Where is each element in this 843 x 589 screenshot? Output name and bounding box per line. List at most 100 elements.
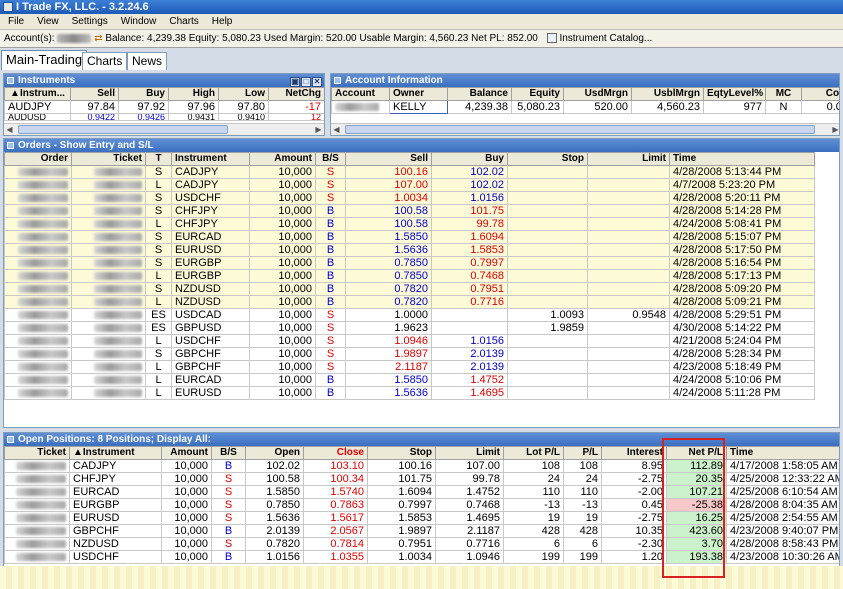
col-bs[interactable]: B/S bbox=[315, 152, 346, 166]
col-amount[interactable]: Amount bbox=[161, 446, 212, 460]
account-row[interactable]: KELLY 4,239.38 5,080.23 520.00 4,560.23 … bbox=[331, 100, 839, 114]
cell-close: 1.0355 bbox=[303, 550, 368, 564]
col-instrument[interactable]: ▲Instrum... bbox=[4, 87, 71, 101]
pin-icon[interactable] bbox=[334, 77, 341, 84]
float-icon[interactable]: ▣ bbox=[290, 77, 300, 87]
order-row[interactable]: L CHFJPY 10,000 B 100.58 99.78 4/24/2008 5:08:… bbox=[4, 217, 815, 231]
tab-news[interactable]: News bbox=[127, 52, 168, 70]
restore-icon[interactable]: □ bbox=[301, 77, 311, 87]
cell-open: 0.7850 bbox=[245, 498, 304, 512]
account-hscroll[interactable]: ◀ ▶ bbox=[331, 123, 839, 135]
col-time[interactable]: Time bbox=[669, 152, 815, 166]
col-order[interactable]: Order bbox=[4, 152, 72, 166]
cell-open: 2.0139 bbox=[245, 524, 304, 538]
cell-lot-pl: 19 bbox=[503, 511, 564, 525]
order-row[interactable]: L USDCHF 10,000 S 1.0946 1.0156 4/21/2008 5:24… bbox=[4, 334, 815, 348]
col-usblmrgn[interactable]: UsblMrgn bbox=[631, 87, 704, 101]
col-bs[interactable]: B/S bbox=[211, 446, 246, 460]
cell-sell: 107.00 bbox=[345, 178, 432, 192]
col-type[interactable]: T bbox=[145, 152, 172, 166]
order-row[interactable]: ES GBPUSD 10,000 S 1.9623 1.9859 4/30/2008 5:1… bbox=[4, 321, 815, 335]
table-row[interactable]: AUDUSD 0.9422 0.9426 0.9431 0.9410 12 bbox=[4, 113, 324, 121]
col-limit[interactable]: Limit bbox=[435, 446, 504, 460]
order-row[interactable]: S EURGBP 10,000 B 0.7850 0.7997 4/28/2008 5:16… bbox=[4, 256, 815, 270]
menu-view[interactable]: View bbox=[29, 14, 64, 29]
menu-settings[interactable]: Settings bbox=[64, 14, 113, 29]
pin-icon[interactable] bbox=[7, 436, 14, 443]
cell-amount: 10,000 bbox=[249, 282, 316, 296]
order-row[interactable]: L EURCAD 10,000 B 1.5850 1.4752 4/24/2008 5:10… bbox=[4, 373, 815, 387]
menu-file[interactable]: File bbox=[0, 14, 29, 29]
order-row[interactable]: L NZDUSD 10,000 B 0.7820 0.7716 4/28/2008 5:09… bbox=[4, 295, 815, 309]
account-switch-icon[interactable]: ⇄ bbox=[94, 33, 102, 44]
col-lot-pl[interactable]: Lot P/L bbox=[503, 446, 564, 460]
order-row[interactable]: L EURGBP 10,000 B 0.7850 0.7468 4/28/2008 5:17… bbox=[4, 269, 815, 283]
col-stop[interactable]: Stop bbox=[367, 446, 436, 460]
col-open[interactable]: Open bbox=[245, 446, 304, 460]
instruments-hscroll[interactable]: ◀ ▶ bbox=[4, 123, 324, 135]
order-row[interactable]: L EURUSD 10,000 B 1.5636 1.4695 4/24/2008 5:11… bbox=[4, 386, 815, 400]
col-owner[interactable]: Owner bbox=[389, 87, 448, 101]
cell-limit bbox=[587, 178, 670, 192]
close-icon[interactable]: ✕ bbox=[312, 77, 322, 87]
order-row[interactable]: S CADJPY 10,000 S 100.16 102.02 4/28/2008 5:13… bbox=[4, 165, 815, 179]
order-row[interactable]: L GBPCHF 10,000 S 2.1187 2.0139 4/23/2008 5:18… bbox=[4, 360, 815, 374]
menu-window[interactable]: Window bbox=[113, 14, 162, 29]
table-row[interactable]: AUDJPY 97.84 97.92 97.96 97.80 -17 bbox=[4, 100, 324, 114]
col-sell[interactable]: Sell bbox=[345, 152, 432, 166]
cell-bs: B bbox=[315, 386, 346, 400]
cell-stop bbox=[507, 204, 588, 218]
order-row[interactable]: S EURUSD 10,000 B 1.5636 1.5853 4/28/2008 5:17… bbox=[4, 243, 815, 257]
col-usdmrgn[interactable]: UsdMrgn bbox=[563, 87, 632, 101]
col-instrument[interactable]: ▲Instrument bbox=[69, 446, 162, 460]
col-time[interactable]: Time bbox=[726, 446, 839, 460]
scroll-thumb[interactable] bbox=[18, 125, 228, 134]
col-pl[interactable]: P/L bbox=[563, 446, 602, 460]
col-high[interactable]: High bbox=[168, 87, 219, 101]
tab-charts[interactable]: Charts bbox=[82, 52, 128, 70]
col-sell[interactable]: Sell bbox=[70, 87, 119, 101]
instrument-catalog-button[interactable]: Instrument Catalog... bbox=[559, 33, 652, 44]
col-mc[interactable]: MC bbox=[765, 87, 802, 101]
pin-icon[interactable] bbox=[7, 142, 14, 149]
instruments-panel: Instruments ▣ □ ✕ ▲Instrum... Sell Buy Hig… bbox=[3, 73, 325, 136]
tab-main-trading[interactable]: Main-Trading bbox=[1, 50, 88, 70]
col-limit[interactable]: Limit bbox=[587, 152, 670, 166]
menu-charts[interactable]: Charts bbox=[161, 14, 203, 29]
order-row[interactable]: S EURCAD 10,000 B 1.5850 1.6094 4/28/2008 5:15… bbox=[4, 230, 815, 244]
col-interest[interactable]: Interest bbox=[601, 446, 667, 460]
order-row[interactable]: ES USDCAD 10,000 S 1.0000 1.0093 0.9548 4/28/20… bbox=[4, 308, 815, 322]
order-row[interactable]: S NZDUSD 10,000 B 0.7820 0.7951 4/28/2008 5:09… bbox=[4, 282, 815, 296]
cell-instrument: GBPCHF bbox=[69, 524, 162, 538]
col-buy[interactable]: Buy bbox=[118, 87, 169, 101]
col-ticket[interactable]: Ticket bbox=[4, 446, 70, 460]
col-buy[interactable]: Buy bbox=[431, 152, 508, 166]
col-netchg[interactable]: NetChg bbox=[268, 87, 324, 101]
account-id-redacted[interactable] bbox=[57, 33, 92, 43]
col-ticket[interactable]: Ticket bbox=[71, 152, 146, 166]
cell-limit bbox=[587, 230, 670, 244]
catalog-icon[interactable] bbox=[546, 33, 557, 44]
cell-bs: S bbox=[315, 321, 346, 335]
cell-type: L bbox=[145, 386, 172, 400]
cell-bs: B bbox=[315, 243, 346, 257]
col-stop[interactable]: Stop bbox=[507, 152, 588, 166]
menu-help[interactable]: Help bbox=[204, 14, 238, 29]
scroll-thumb[interactable] bbox=[345, 125, 815, 134]
cell-stop: 1.5853 bbox=[367, 511, 436, 525]
order-row[interactable]: S CHFJPY 10,000 B 100.58 101.75 4/28/2008 5:14… bbox=[4, 204, 815, 218]
col-close[interactable]: Close bbox=[303, 446, 368, 460]
col-instrument[interactable]: Instrument bbox=[171, 152, 250, 166]
order-row[interactable]: L CADJPY 10,000 S 107.00 102.02 4/7/2008 5:23:… bbox=[4, 178, 815, 192]
order-row[interactable]: S USDCHF 10,000 S 1.0034 1.0156 4/28/2008 5:20… bbox=[4, 191, 815, 205]
pin-icon[interactable] bbox=[7, 77, 14, 84]
col-amount[interactable]: Amount bbox=[249, 152, 316, 166]
col-eqtylevel[interactable]: EqtyLevel% bbox=[703, 87, 766, 101]
col-balance[interactable]: Balance bbox=[447, 87, 512, 101]
col-low[interactable]: Low bbox=[218, 87, 269, 101]
col-equity[interactable]: Equity bbox=[511, 87, 564, 101]
order-row[interactable]: S GBPCHF 10,000 S 1.9897 2.0139 4/28/2008 5:28… bbox=[4, 347, 815, 361]
col-com[interactable]: Com bbox=[801, 87, 839, 101]
col-account[interactable]: Account bbox=[331, 87, 390, 101]
cell-time: 4/24/2008 5:08:41 PM bbox=[669, 217, 815, 231]
